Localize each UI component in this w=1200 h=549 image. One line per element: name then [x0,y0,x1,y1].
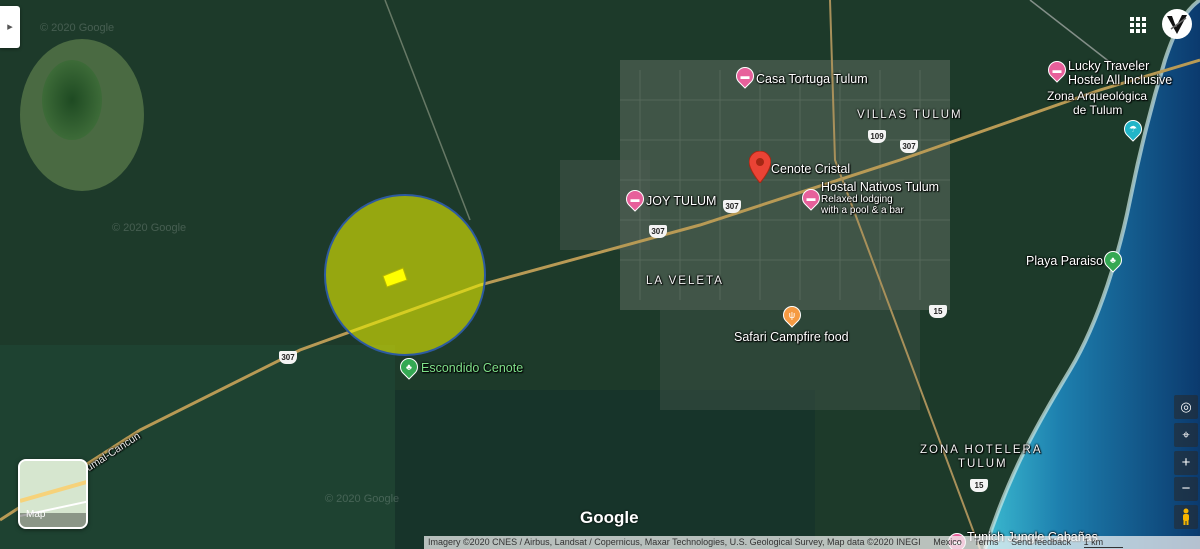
area-villas-tulum: VILLAS TULUM [857,109,963,121]
globe-icon[interactable]: ◎ [1174,395,1198,419]
landmark-zona-arqueologica[interactable]: Zona Arqueológica [1047,89,1147,103]
location-pin-icon[interactable] [749,151,771,183]
road-shield: 307 [279,351,297,364]
account-avatar[interactable] [1162,9,1192,39]
imagery-attribution: Imagery ©2020 CNES / Airbus, Landsat / C… [428,537,921,547]
send-feedback-link[interactable]: Send feedback [1011,537,1071,547]
satellite-map[interactable]: © 2020 Google © 2020 Google © 2020 Googl… [0,0,1200,549]
map-watermark: © 2020 Google [325,493,400,505]
poi-cenote-cristal[interactable]: Cenote Cristal [771,162,850,176]
poi-joy-tulum[interactable]: JOY TULUM [646,194,716,208]
road-shield: 307 [723,200,741,213]
road-shield: 307 [649,225,667,238]
area-zona-hotelera: ZONA HOTELERA [920,444,1043,456]
road-shield: 15 [970,479,988,492]
poi-hostal-nativos-desc: Relaxed lodging [821,194,893,205]
satellite-imagery [0,0,1200,549]
road-shield: 15 [929,305,947,318]
attribution-footer: Imagery ©2020 CNES / Airbus, Landsat / C… [424,536,1200,549]
poi-playa-paraiso[interactable]: Playa Paraiso [1026,254,1103,268]
poi-casa-tortuga[interactable]: Casa Tortuga Tulum [756,72,868,86]
poi-hostal-nativos[interactable]: Hostal Nativos Tulum [821,180,939,194]
map-watermark: © 2020 Google [112,222,187,234]
apps-grid-icon[interactable] [1130,17,1146,33]
road-shield: 307 [900,140,918,153]
minimap-label: Map [26,509,46,520]
poi-lucky-traveler-sub[interactable]: Hostel All Inclusive [1068,73,1172,87]
layer-switcher-minimap[interactable]: Map [18,459,88,529]
terms-link[interactable]: Terms [974,537,999,547]
zoom-in-button[interactable]: + [1174,451,1198,475]
road-shield: 109 [868,130,886,143]
region-link[interactable]: Mexico [933,537,962,547]
poi-lucky-traveler[interactable]: Lucky Traveler [1068,59,1149,73]
poi-safari-campfire[interactable]: Safari Campfire food [734,330,849,344]
zoom-out-button[interactable]: − [1174,477,1198,501]
landmark-zona-arqueologica-2[interactable]: de Tulum [1073,103,1122,117]
street-view-pegman-icon[interactable] [1174,505,1198,529]
poi-escondido-cenote[interactable]: Escondido Cenote [421,361,523,375]
my-location-icon[interactable]: ⌖ [1174,423,1198,447]
area-tulum: TULUM [958,458,1008,470]
sidebar-toggle-button[interactable]: ▸ [0,6,20,48]
map-watermark: © 2020 Google [40,22,115,34]
scale-bar[interactable]: 1 km [1083,537,1124,548]
poi-hostal-nativos-desc: with a pool & a bar [821,205,904,216]
area-la-veleta: LA VELETA [646,275,724,287]
google-logo: Google [580,508,639,527]
